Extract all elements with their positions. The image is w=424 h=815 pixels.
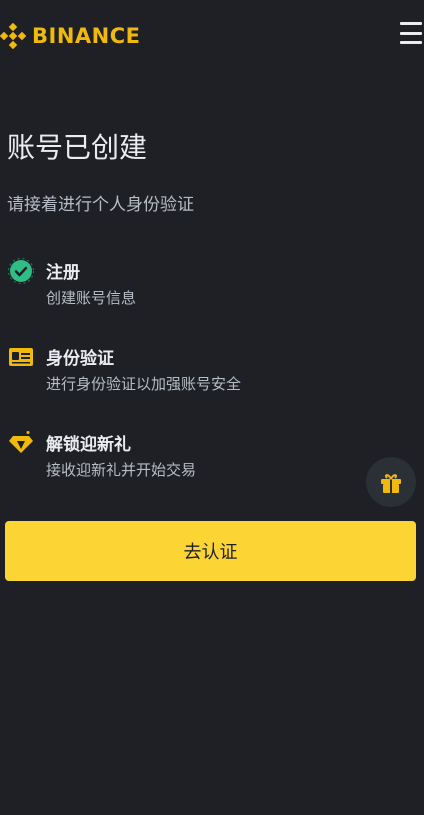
check-circle-icon xyxy=(8,258,34,284)
step-unlock-gift: 解锁迎新礼 接收迎新礼并开始交易 xyxy=(0,430,360,490)
step-description: 创建账号信息 xyxy=(46,289,137,307)
page-title: 账号已创建 xyxy=(7,131,148,164)
step-title: 身份验证 xyxy=(46,349,114,369)
id-card-icon xyxy=(9,348,33,366)
binance-logo-icon xyxy=(0,23,26,49)
step-identity-verification: 身份验证 进行身份验证以加强账号安全 xyxy=(0,344,360,404)
gift-icon xyxy=(381,474,401,493)
page-subtitle: 请接着进行个人身份验证 xyxy=(7,195,194,215)
step-description: 接收迎新礼并开始交易 xyxy=(46,461,197,479)
step-title: 注册 xyxy=(46,263,80,283)
diamond-icon xyxy=(9,431,33,453)
top-nav-bar: BINANCE xyxy=(0,0,424,72)
brand-name: BINANCE xyxy=(32,24,141,48)
binance-logo[interactable]: BINANCE xyxy=(0,22,140,50)
step-description: 进行身份验证以加强账号安全 xyxy=(46,375,242,393)
step-register: 注册 创建账号信息 xyxy=(0,258,360,318)
step-title: 解锁迎新礼 xyxy=(46,435,131,455)
verify-button[interactable]: 去认证 xyxy=(5,521,416,581)
floating-gift-button[interactable] xyxy=(366,457,416,507)
hamburger-menu-icon[interactable] xyxy=(400,22,422,44)
